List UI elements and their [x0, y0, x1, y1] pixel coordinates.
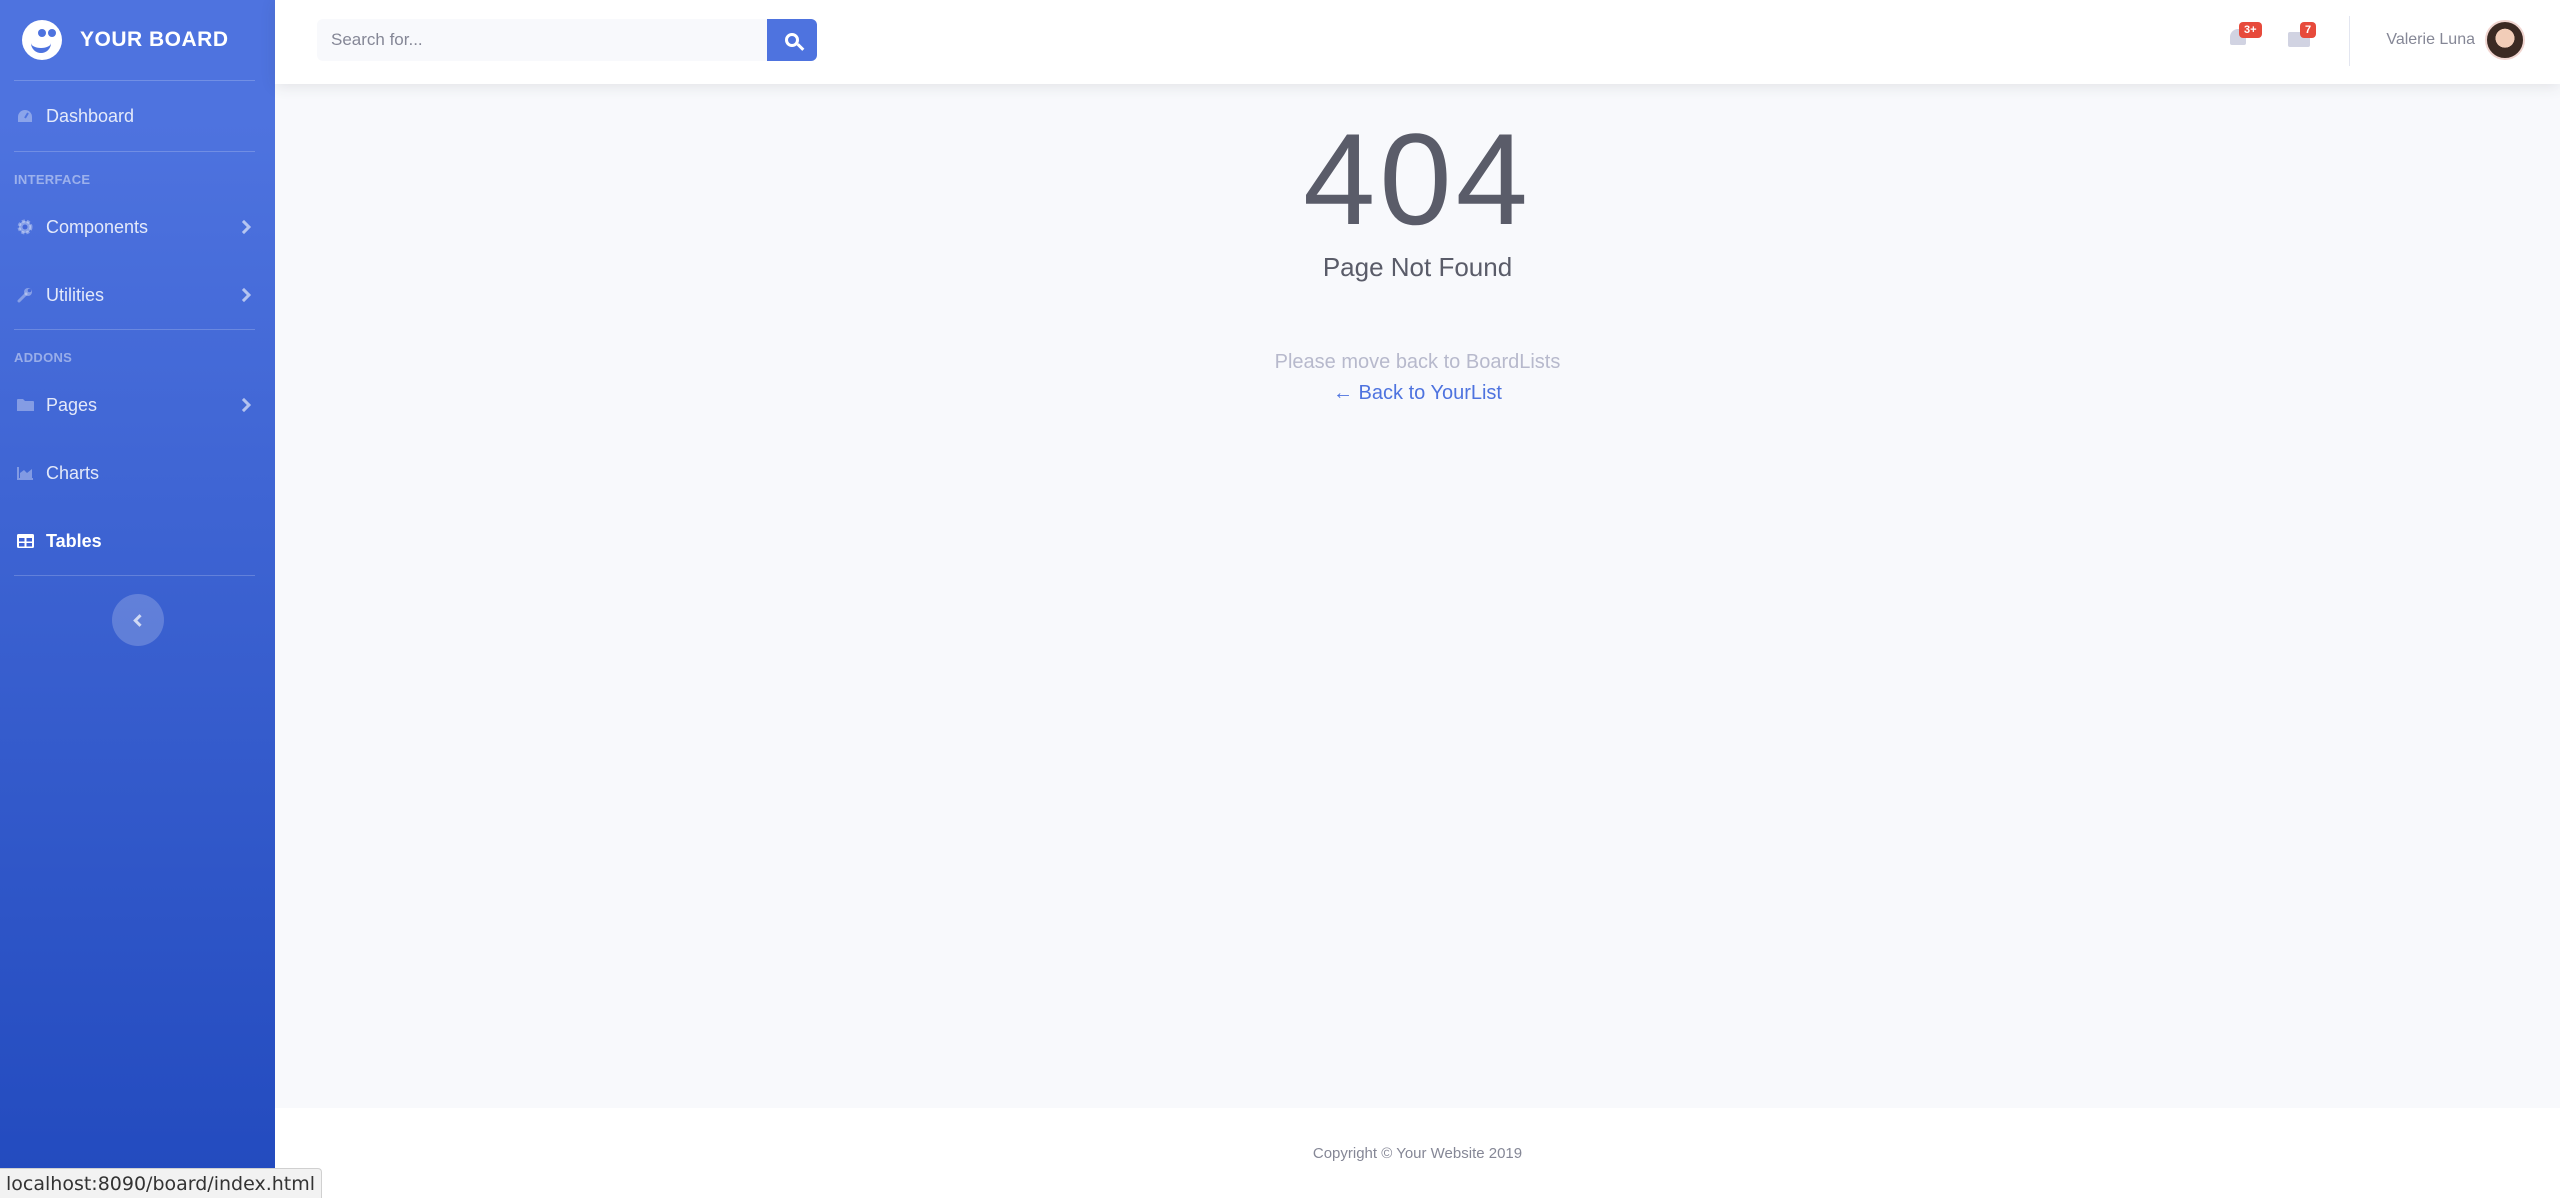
- search-form: [317, 19, 817, 61]
- chevron-right-icon: [236, 219, 252, 235]
- search-icon: [785, 33, 799, 47]
- brand-text: YOUR BOARD: [80, 28, 229, 51]
- alerts-badge: 3+: [2239, 22, 2262, 38]
- chevron-left-icon: [133, 613, 146, 627]
- wrench-icon: [16, 287, 34, 303]
- chart-area-icon: [16, 465, 34, 481]
- error-code: 404: [1303, 106, 1532, 252]
- avatar[interactable]: [2485, 20, 2525, 60]
- back-link[interactable]: ← Back to YourList: [1333, 382, 1502, 405]
- sidebar-item-label: Tables: [46, 530, 102, 551]
- sidebar-item-tables[interactable]: Tables: [0, 507, 275, 575]
- topbar: 3+ 7 Valerie Luna: [275, 0, 2560, 84]
- sidebar-toggle-wrap: [0, 576, 275, 646]
- sidebar-item-charts[interactable]: Charts: [0, 439, 275, 507]
- search-input[interactable]: [317, 19, 767, 61]
- sidebar-item-pages[interactable]: Pages: [0, 371, 275, 439]
- cog-icon: [16, 219, 34, 235]
- copyright-text: Copyright © Your Website 2019: [1312, 1144, 1523, 1162]
- sidebar-item-label: Dashboard: [46, 105, 135, 126]
- sidebar-item-label: Components: [46, 216, 149, 237]
- sidebar-heading-addons: Addons: [14, 350, 73, 365]
- table-icon: [16, 533, 34, 549]
- topbar-divider: [2349, 16, 2350, 66]
- sidebar-item-label: Pages: [46, 394, 98, 415]
- sidebar-toggle-button[interactable]: [111, 594, 164, 646]
- alerts-button[interactable]: 3+: [2227, 22, 2262, 50]
- sidebar-item-utilities[interactable]: Utilities: [0, 261, 275, 329]
- sidebar-item-dashboard[interactable]: Dashboard: [0, 81, 275, 151]
- browser-status-bar: localhost:8090/board/index.html: [0, 1168, 323, 1198]
- sidebar-item-label: Charts: [46, 462, 100, 483]
- error-title: Page Not Found: [1322, 252, 1513, 282]
- tachometer-icon: [16, 108, 34, 124]
- sidebar-heading-interface: Interface: [14, 172, 91, 187]
- laugh-wink-icon: [22, 20, 62, 60]
- sidebar-item-components[interactable]: Components: [0, 193, 275, 261]
- chevron-right-icon: [236, 397, 252, 413]
- sidebar-item-label: Utilities: [46, 284, 105, 305]
- footer: Copyright © Your Website 2019: [275, 1108, 2560, 1198]
- messages-badge: 7: [2300, 22, 2317, 38]
- brand-link[interactable]: YOUR BOARD: [0, 0, 275, 80]
- status-url: localhost:8090/board/index.html: [6, 1172, 316, 1195]
- folder-icon: [16, 397, 34, 413]
- chevron-right-icon: [236, 287, 252, 303]
- error-message: Please move back to BoardLists: [1274, 351, 1561, 373]
- sidebar: YOUR BOARD Dashboard Interface Component…: [0, 0, 275, 1198]
- main-content: 404 Page Not Found Please move back to B…: [275, 84, 2560, 1108]
- search-button[interactable]: [767, 19, 817, 61]
- messages-button[interactable]: 7: [2288, 22, 2317, 50]
- user-name[interactable]: Valerie Luna: [2386, 31, 2475, 49]
